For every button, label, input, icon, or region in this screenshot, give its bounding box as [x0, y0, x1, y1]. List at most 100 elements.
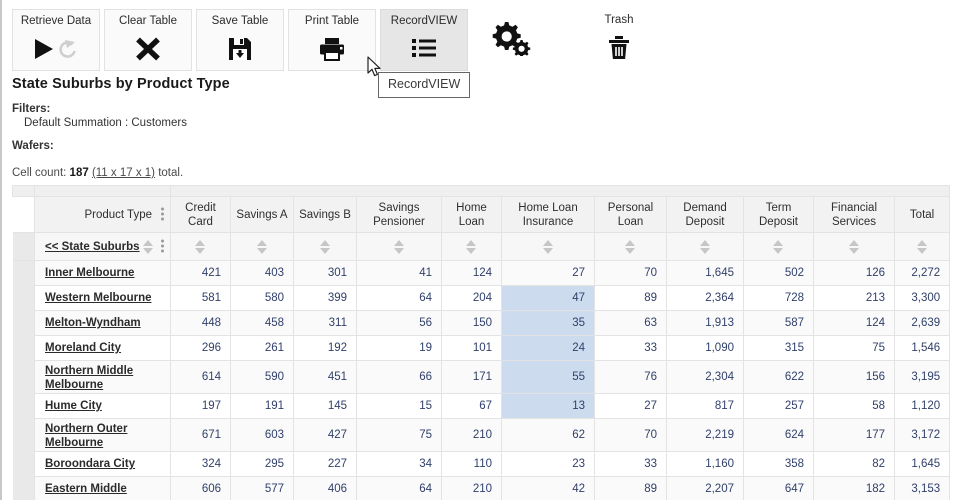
data-cell[interactable]: 27 [502, 261, 595, 286]
data-cell[interactable]: 66 [357, 361, 442, 394]
data-cell[interactable]: 587 [744, 311, 814, 336]
data-cell[interactable]: 197 [171, 394, 231, 419]
data-cell[interactable]: 15 [357, 394, 442, 419]
data-cell[interactable]: 3,195 [895, 361, 950, 394]
data-cell[interactable]: 19 [357, 336, 442, 361]
row-label-cell[interactable]: Hume City [35, 394, 171, 419]
data-cell[interactable]: 448 [171, 311, 231, 336]
data-cell[interactable]: 75 [814, 336, 895, 361]
data-cell[interactable]: 2,272 [895, 261, 950, 286]
row-label-cell[interactable]: Eastern Middle [35, 477, 171, 500]
data-cell[interactable]: 150 [442, 311, 502, 336]
data-cell[interactable]: 2,639 [895, 311, 950, 336]
row-label-cell[interactable]: Moreland City [35, 336, 171, 361]
sort-toggle-icon[interactable] [320, 240, 331, 254]
column-header[interactable]: Home Loan Insurance [502, 197, 595, 233]
trash-button[interactable]: Trash [580, 9, 658, 71]
data-cell[interactable]: 614 [171, 361, 231, 394]
row-label-cell[interactable]: Boroondara City [35, 452, 171, 477]
sort-toggle-icon[interactable] [625, 240, 636, 254]
data-cell[interactable]: 75 [357, 419, 442, 452]
data-cell[interactable]: 451 [294, 361, 357, 394]
cell-count-dims-link[interactable]: (11 x 17 x 1) [92, 167, 155, 179]
data-cell[interactable]: 406 [294, 477, 357, 500]
data-cell[interactable]: 647 [744, 477, 814, 500]
data-cell[interactable]: 1,645 [667, 261, 744, 286]
column-header[interactable]: Term Deposit [744, 197, 814, 233]
data-cell[interactable]: 2,219 [667, 419, 744, 452]
data-cell[interactable]: 182 [814, 477, 895, 500]
data-cell[interactable]: 1,546 [895, 336, 950, 361]
column-sort-cell[interactable] [502, 233, 595, 261]
data-cell[interactable]: 145 [294, 394, 357, 419]
data-cell[interactable]: 64 [357, 286, 442, 311]
row-label-link[interactable]: Northern Outer Melbourne [45, 423, 127, 449]
column-sort-cell[interactable] [744, 233, 814, 261]
column-sort-cell[interactable] [595, 233, 667, 261]
retrieve-data-button[interactable]: Retrieve Data [12, 9, 100, 71]
data-cell[interactable]: 227 [294, 452, 357, 477]
table-row[interactable]: Eastern Middle6065774066421042892,207647… [13, 477, 950, 500]
column-sort-cell[interactable] [814, 233, 895, 261]
data-cell[interactable]: 76 [595, 361, 667, 394]
data-cell[interactable]: 41 [357, 261, 442, 286]
table-row[interactable]: Moreland City2962611921910124331,0903157… [13, 336, 950, 361]
data-cell[interactable]: 2,207 [667, 477, 744, 500]
column-sort-cell[interactable] [294, 233, 357, 261]
data-cell[interactable]: 58 [814, 394, 895, 419]
column-header[interactable]: Total [895, 197, 950, 233]
row-label-cell[interactable]: Western Melbourne [35, 286, 171, 311]
row-label-cell[interactable]: Northern Middle Melbourne [35, 361, 171, 394]
save-table-button[interactable]: Save Table [196, 9, 284, 71]
row-label-link[interactable]: Hume City [45, 400, 102, 412]
row-label-link[interactable]: Eastern Middle [45, 483, 127, 495]
data-cell[interactable]: 24 [502, 336, 595, 361]
sort-toggle-icon[interactable] [543, 240, 554, 254]
data-cell[interactable]: 1,160 [667, 452, 744, 477]
sort-toggle-icon[interactable] [849, 240, 860, 254]
data-cell[interactable]: 296 [171, 336, 231, 361]
data-cell[interactable]: 3,172 [895, 419, 950, 452]
data-cell[interactable]: 62 [502, 419, 595, 452]
corner-menu-icon[interactable] [161, 207, 164, 222]
data-cell[interactable]: 82 [814, 452, 895, 477]
table-row[interactable]: Western Melbourne5815803996420447892,364… [13, 286, 950, 311]
data-cell[interactable]: 257 [744, 394, 814, 419]
data-cell[interactable]: 101 [442, 336, 502, 361]
data-cell[interactable]: 301 [294, 261, 357, 286]
data-cell[interactable]: 2,304 [667, 361, 744, 394]
table-row[interactable]: Northern Outer Melbourne6716034277521062… [13, 419, 950, 452]
data-cell[interactable]: 624 [744, 419, 814, 452]
column-header[interactable]: Savings Pensioner [357, 197, 442, 233]
sort-toggle-icon[interactable] [143, 240, 154, 254]
data-cell[interactable]: 324 [171, 452, 231, 477]
sort-toggle-icon[interactable] [466, 240, 477, 254]
data-cell[interactable]: 358 [744, 452, 814, 477]
row-label-link[interactable]: Western Melbourne [45, 292, 152, 304]
data-cell[interactable]: 192 [294, 336, 357, 361]
data-cell[interactable]: 671 [171, 419, 231, 452]
data-cell[interactable]: 34 [357, 452, 442, 477]
data-cell[interactable]: 1,645 [895, 452, 950, 477]
row-label-link[interactable]: Moreland City [45, 342, 121, 354]
data-cell[interactable]: 1,090 [667, 336, 744, 361]
table-row[interactable]: Melton-Wyndham4484583115615035631,913587… [13, 311, 950, 336]
data-cell[interactable]: 27 [595, 394, 667, 419]
data-cell[interactable]: 1,120 [895, 394, 950, 419]
table-row[interactable]: Northern Middle Melbourne614590451661715… [13, 361, 950, 394]
column-sort-cell[interactable] [357, 233, 442, 261]
data-cell[interactable]: 13 [502, 394, 595, 419]
sort-toggle-icon[interactable] [257, 240, 268, 254]
data-cell[interactable]: 156 [814, 361, 895, 394]
data-cell[interactable]: 210 [442, 477, 502, 500]
row-label-cell[interactable]: Inner Melbourne [35, 261, 171, 286]
print-table-button[interactable]: Print Table [288, 9, 376, 71]
data-cell[interactable]: 502 [744, 261, 814, 286]
column-header[interactable]: Home Loan [442, 197, 502, 233]
sort-toggle-icon[interactable] [700, 240, 711, 254]
data-cell[interactable]: 1,913 [667, 311, 744, 336]
data-cell[interactable]: 89 [595, 477, 667, 500]
column-sort-cell[interactable] [231, 233, 294, 261]
row-label-cell[interactable]: Melton-Wyndham [35, 311, 171, 336]
data-cell[interactable]: 603 [231, 419, 294, 452]
